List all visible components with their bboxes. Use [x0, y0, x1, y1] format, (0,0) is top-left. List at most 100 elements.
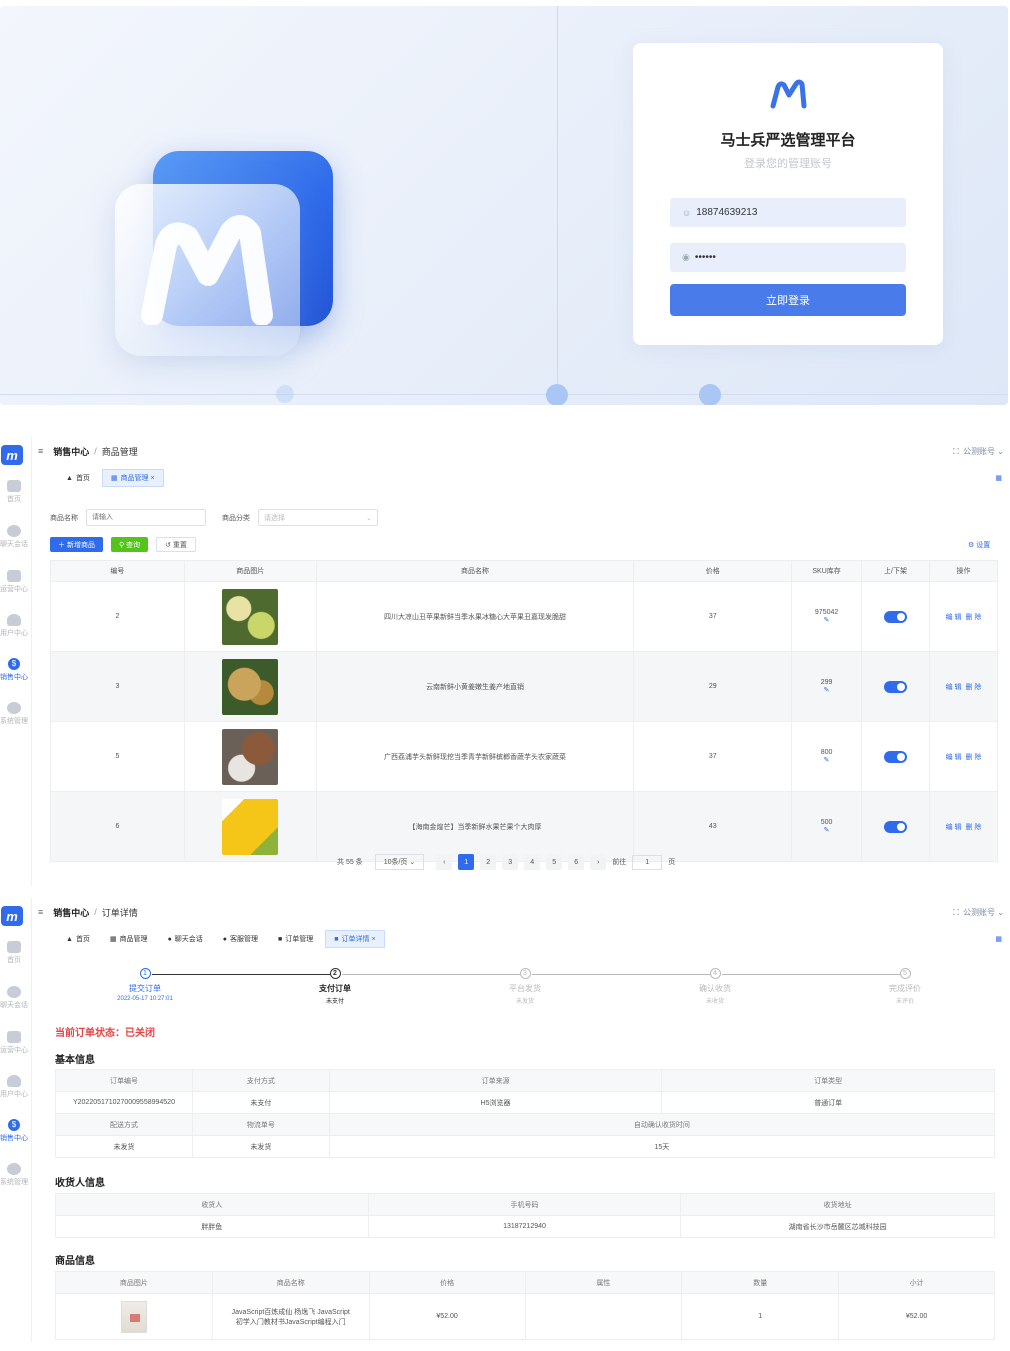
listing-toggle[interactable] [884, 820, 908, 833]
settings-link[interactable]: ⚙ 设置 [968, 540, 990, 550]
tab-home[interactable]: ▲ 首页 [58, 470, 98, 486]
receiver-header: 手机号码 [367, 1193, 682, 1216]
add-product-button[interactable]: ＋ 新增商品 [50, 537, 103, 552]
basic-header: 支付方式 [191, 1069, 330, 1092]
goto-input[interactable]: 1 [632, 854, 663, 870]
product-image[interactable] [222, 588, 279, 645]
step-review: 5 完成评价 未评价 [850, 968, 960, 1005]
goods-header: 数量 [681, 1271, 840, 1294]
edit-link[interactable]: 编 辑 [946, 614, 962, 621]
product-image[interactable] [222, 798, 279, 855]
reset-button[interactable]: ↺ 重置 [156, 537, 196, 552]
page-button[interactable]: 6 [568, 854, 585, 870]
tabs-menu-icon[interactable]: ▦ [995, 935, 1002, 943]
tab-label: 首页 [75, 936, 90, 943]
topbar: ≡ 销售中心 / 商品管理 ⛶ 公测账号 ⌄ [38, 437, 1010, 465]
goods-image-cell [55, 1293, 213, 1340]
name-filter-input[interactable] [86, 509, 206, 526]
sidebar-item-home[interactable]: 首页 [0, 941, 28, 965]
delete-link[interactable]: 删 除 [965, 614, 981, 621]
listing-toggle[interactable] [884, 680, 908, 693]
decor-dot [276, 385, 294, 403]
order-steps: 1 提交订单 2022-05-17 10:27:01 2 支付订单 未支付 3 … [50, 968, 1000, 1014]
username-field[interactable]: ☺ 18874639213 [670, 198, 906, 227]
table-row: 3 云南新鲜小黄姜嫩生姜产地直销 29 299 ✎ 编 辑 删 除 [50, 651, 998, 722]
sidebar: m 首页 聊天会话 运营中心 用户中心 $ 销售中心 系统管理 [0, 898, 32, 1342]
delete-link[interactable]: 删 除 [965, 824, 981, 831]
tracking-number: 未发货 [191, 1135, 330, 1158]
sidebar-item-home[interactable]: 首页 [0, 480, 28, 504]
tab-order-detail[interactable]: ■ 订单详情 × [325, 930, 385, 948]
tab-chat[interactable]: ● 聊天会话 [160, 931, 211, 947]
sidebar-item-sales[interactable]: $ 销售中心 [0, 1119, 28, 1143]
page-button[interactable]: 4 [524, 854, 541, 870]
sidebar-logo: m [1, 445, 23, 465]
page-button[interactable]: 1 [458, 854, 475, 870]
login-button[interactable]: 立即登录 [670, 284, 906, 316]
breadcrumb-separator: / [94, 446, 97, 456]
account-menu[interactable]: ⛶ 公测账号 ⌄ [953, 446, 1004, 457]
account-menu[interactable]: ⛶ 公测账号 ⌄ [953, 907, 1004, 918]
receiver-info-title: 收货人信息 [55, 1178, 105, 1189]
sidebar-item-users[interactable]: 用户中心 [0, 1075, 28, 1099]
edit-stock-icon[interactable]: ✎ [792, 686, 861, 694]
tab-customer-service[interactable]: ● 客服管理 [215, 931, 266, 947]
product-image[interactable] [222, 658, 279, 715]
edit-stock-icon[interactable]: ✎ [792, 826, 861, 834]
sidebar-item-system[interactable]: 系统管理 [0, 1163, 28, 1187]
query-button[interactable]: ⚲ 查询 [110, 537, 149, 552]
sidebar-item-chat[interactable]: 聊天会话 [0, 986, 28, 1010]
tab-home[interactable]: ▲ 首页 [58, 931, 98, 947]
edit-link[interactable]: 编 辑 [946, 824, 962, 831]
delete-link[interactable]: 删 除 [965, 684, 981, 691]
page-size-select[interactable]: 10条/页 ⌄ [374, 854, 425, 870]
delete-link[interactable]: 删 除 [965, 754, 981, 761]
action-bar: ＋ 新增商品 ⚲ 查询 ↺ 重置 [50, 537, 196, 552]
tab-product-management[interactable]: ▦ 商品管理 × [101, 469, 164, 487]
next-page-button[interactable]: › [590, 854, 607, 870]
menu-toggle-icon[interactable]: ≡ [38, 907, 43, 917]
sidebar-item-sales[interactable]: $ 销售中心 [0, 658, 28, 682]
col-header: 商品图片 [183, 560, 317, 582]
page-button[interactable]: 5 [546, 854, 563, 870]
tab-label: 订单管理 [285, 936, 314, 943]
sidebar-item-users[interactable]: 用户中心 [0, 614, 28, 638]
product-image[interactable] [222, 728, 279, 785]
goods-header: 属性 [524, 1271, 683, 1294]
chat-icon: ● [167, 935, 172, 943]
goods-header: 商品图片 [55, 1271, 213, 1294]
gear-icon: ⚙ [968, 542, 975, 549]
breadcrumb-parent[interactable]: 销售中心 [53, 906, 89, 919]
button-label: 新增商品 [66, 541, 95, 549]
step-sub: 未评价 [895, 999, 914, 1005]
sidebar-item-label: 聊天会话 [0, 541, 28, 548]
user-icon [7, 1075, 21, 1087]
menu-toggle-icon[interactable]: ≡ [38, 446, 43, 456]
category-filter-select[interactable]: 请选择 ⌄ [258, 509, 378, 526]
listing-toggle[interactable] [884, 750, 908, 763]
book-cover-image[interactable] [120, 1300, 147, 1333]
sidebar-item-operations[interactable]: 运营中心 [0, 570, 28, 594]
tab-product-management[interactable]: ▦ 商品管理 [102, 931, 156, 947]
tabs-menu-icon[interactable]: ▦ [995, 474, 1002, 482]
sidebar-item-chat[interactable]: 聊天会话 [0, 525, 28, 549]
password-field[interactable]: ◉ •••••• [670, 243, 906, 272]
edit-link[interactable]: 编 辑 [946, 754, 962, 761]
tab-bar: ▲ 首页 ▦ 商品管理 ● 聊天会话 ● 客服管理 ■ 订单管理 ■ 订单详情 × ▦ [40, 930, 1010, 948]
listing-toggle[interactable] [884, 610, 908, 623]
basic-header: 配送方式 [55, 1113, 193, 1136]
edit-stock-icon[interactable]: ✎ [792, 756, 861, 764]
sidebar-item-operations[interactable]: 运营中心 [0, 1031, 28, 1055]
sidebar-item-system[interactable]: 系统管理 [0, 702, 28, 726]
edit-stock-icon[interactable]: ✎ [792, 616, 861, 624]
goods-header: 商品名称 [211, 1271, 370, 1294]
breadcrumb-parent[interactable]: 销售中心 [53, 445, 89, 458]
tab-label: 商品管理 [119, 936, 148, 943]
tab-orders[interactable]: ■ 订单管理 [270, 931, 321, 947]
prev-page-button[interactable]: ‹ [436, 854, 453, 870]
receiver-address: 湖南省长沙市岳麓区芯城科技园 [680, 1215, 995, 1238]
edit-link[interactable]: 编 辑 [946, 684, 962, 691]
page-button[interactable]: 2 [480, 854, 497, 870]
page-button[interactable]: 3 [502, 854, 519, 870]
sidebar-item-label: 首页 [7, 957, 21, 964]
